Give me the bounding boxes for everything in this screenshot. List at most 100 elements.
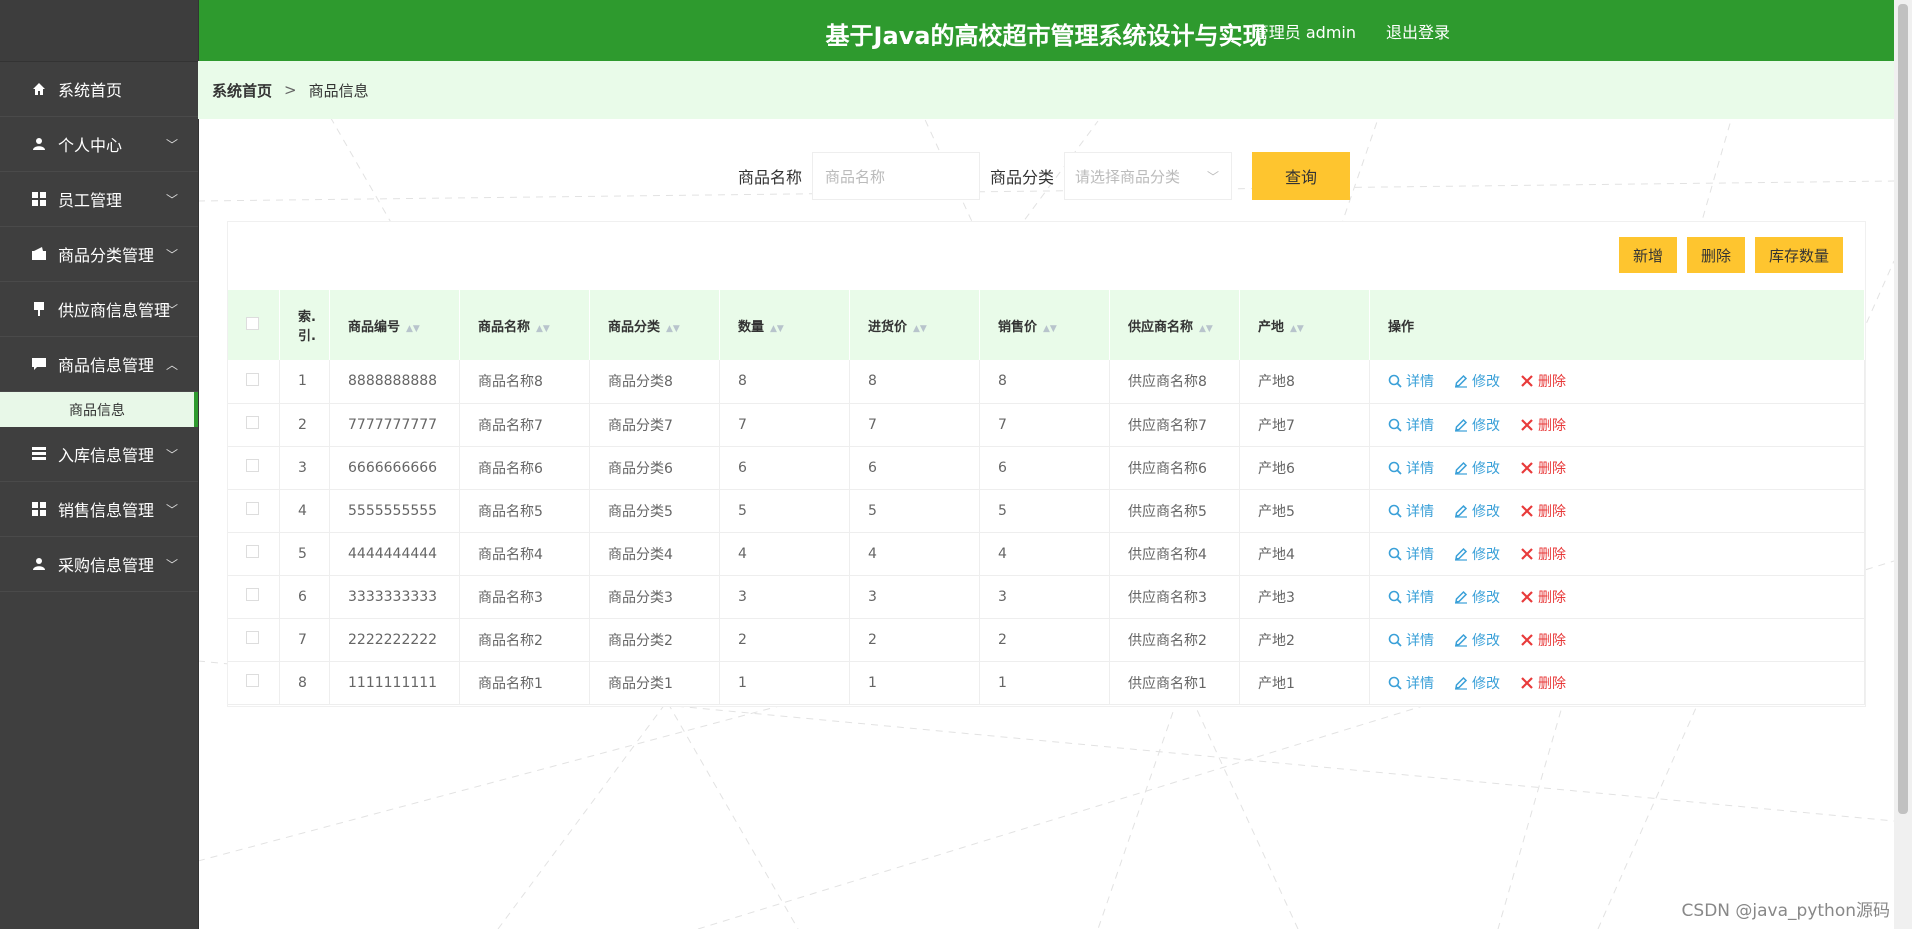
- product-category-select[interactable]: 请选择商品分类 ﹀: [1064, 152, 1233, 200]
- logout-button[interactable]: 退出登录: [1386, 19, 1450, 43]
- cell-code: 1111111111: [329, 661, 460, 704]
- table-row: 5 4444444444 商品名称4 商品分类4 4 4 4 供应商名称4 产地4 详情 修改 删除: [228, 532, 1865, 575]
- grid-icon: [30, 500, 48, 518]
- stock-quantity-button[interactable]: 库存数量: [1754, 237, 1843, 273]
- detail-button[interactable]: 详情: [1388, 544, 1434, 564]
- detail-button[interactable]: 详情: [1388, 415, 1434, 435]
- cell-actions: 详情 修改 删除: [1369, 489, 1865, 532]
- cell-buy-price: 8: [849, 360, 980, 403]
- cell-quantity: 6: [719, 446, 850, 489]
- cell-code: 4444444444: [329, 532, 460, 575]
- delete-button[interactable]: 删除: [1520, 673, 1566, 693]
- query-button[interactable]: 查询: [1252, 152, 1351, 200]
- row-checkbox[interactable]: [246, 631, 259, 644]
- product-name-input[interactable]: 商品名称: [812, 152, 981, 200]
- delete-button[interactable]: 删除: [1520, 458, 1566, 478]
- row-checkbox[interactable]: [246, 674, 259, 687]
- select-all-checkbox[interactable]: [246, 316, 259, 330]
- row-select-cell: [228, 360, 280, 403]
- sort-icon[interactable]: ▲▼: [1290, 324, 1304, 334]
- delete-button[interactable]: 删除: [1520, 501, 1566, 521]
- row-checkbox[interactable]: [246, 459, 259, 472]
- cell-sell-price: 2: [979, 618, 1110, 661]
- cell-actions: 详情 修改 删除: [1369, 661, 1865, 704]
- table-row: 8 1111111111 商品名称1 商品分类1 1 1 1 供应商名称1 产地1 详情 修改 删除: [228, 661, 1865, 704]
- sidebar-item-stock-in[interactable]: 入库信息管理 ﹀: [0, 427, 198, 482]
- edit-button[interactable]: 修改: [1454, 371, 1500, 391]
- sort-icon[interactable]: ▲▼: [1043, 324, 1057, 334]
- add-button[interactable]: 新增: [1618, 237, 1677, 273]
- sort-icon[interactable]: ▲▼: [1199, 324, 1213, 334]
- detail-button[interactable]: 详情: [1388, 371, 1434, 391]
- column-header-code[interactable]: 商品编号 ▲▼: [329, 290, 460, 360]
- vertical-scrollbar[interactable]: [1894, 0, 1912, 929]
- delete-button[interactable]: 删除: [1520, 415, 1566, 435]
- sidebar-item-personal-center[interactable]: 个人中心 ﹀: [0, 117, 198, 172]
- column-header-category[interactable]: 商品分类 ▲▼: [589, 290, 720, 360]
- cell-origin: 产地6: [1239, 446, 1370, 489]
- row-checkbox[interactable]: [246, 416, 259, 429]
- sort-icon[interactable]: ▲▼: [536, 324, 550, 334]
- sidebar-subitem-product-info[interactable]: 商品信息: [0, 392, 198, 427]
- cell-buy-price: 6: [849, 446, 980, 489]
- column-header-quantity[interactable]: 数量 ▲▼: [719, 290, 850, 360]
- cell-actions: 详情 修改 删除: [1369, 532, 1865, 575]
- sidebar-item-label: 商品分类管理: [58, 246, 155, 265]
- edit-button[interactable]: 修改: [1454, 501, 1500, 521]
- detail-button[interactable]: 详情: [1388, 587, 1434, 607]
- chevron-down-icon: ﹀: [165, 448, 178, 462]
- scrollbar-thumb[interactable]: [1898, 4, 1908, 814]
- breadcrumb-home-link[interactable]: 系统首页: [212, 80, 272, 101]
- detail-button[interactable]: 详情: [1388, 458, 1434, 478]
- detail-label: 详情: [1406, 632, 1434, 649]
- sidebar-item-staff[interactable]: 员工管理 ﹀: [0, 172, 198, 227]
- delete-button[interactable]: 删除: [1520, 630, 1566, 650]
- sidebar-item-supplier[interactable]: 供应商信息管理 ﹀: [0, 282, 198, 337]
- detail-button[interactable]: 详情: [1388, 673, 1434, 693]
- detail-button[interactable]: 详情: [1388, 501, 1434, 521]
- table-row: 1 8888888888 商品名称8 商品分类8 8 8 8 供应商名称8 产地8 详情 修改 删除: [228, 360, 1865, 403]
- edit-label: 修改: [1472, 503, 1500, 520]
- cell-category: 商品分类5: [589, 489, 720, 532]
- row-select-cell: [228, 489, 280, 532]
- sidebar-item-product-info[interactable]: 商品信息管理 ︿: [0, 337, 198, 392]
- sort-icon[interactable]: ▲▼: [913, 324, 927, 334]
- edit-label: 修改: [1472, 460, 1500, 477]
- sort-icon[interactable]: ▲▼: [406, 324, 420, 334]
- edit-button[interactable]: 修改: [1454, 587, 1500, 607]
- row-checkbox[interactable]: [246, 372, 259, 386]
- row-select-cell: [228, 618, 280, 661]
- edit-button[interactable]: 修改: [1454, 458, 1500, 478]
- cell-code: 6666666666: [329, 446, 460, 489]
- cell-supplier: 供应商名称8: [1109, 360, 1240, 403]
- column-header-name[interactable]: 商品名称 ▲▼: [459, 290, 590, 360]
- batch-delete-button[interactable]: 删除: [1686, 237, 1745, 273]
- delete-button[interactable]: 删除: [1520, 371, 1566, 391]
- row-actions: 详情 修改 删除: [1388, 371, 1863, 391]
- edit-button[interactable]: 修改: [1454, 544, 1500, 564]
- edit-button[interactable]: 修改: [1454, 673, 1500, 693]
- sidebar-item-purchase[interactable]: 采购信息管理 ﹀: [0, 537, 198, 592]
- detail-button[interactable]: 详情: [1388, 630, 1434, 650]
- sidebar-item-category[interactable]: 商品分类管理 ﹀: [0, 227, 198, 282]
- column-header-origin[interactable]: 产地 ▲▼: [1239, 290, 1370, 360]
- sidebar-item-sales[interactable]: 销售信息管理 ﹀: [0, 482, 198, 537]
- delete-button[interactable]: 删除: [1520, 544, 1566, 564]
- row-checkbox[interactable]: [246, 545, 259, 558]
- sort-icon[interactable]: ▲▼: [770, 324, 784, 334]
- row-checkbox[interactable]: [246, 588, 259, 601]
- edit-button[interactable]: 修改: [1454, 630, 1500, 650]
- column-header-buy-price[interactable]: 进货价 ▲▼: [849, 290, 980, 360]
- delete-button[interactable]: 删除: [1520, 587, 1566, 607]
- cell-sell-price: 5: [979, 489, 1110, 532]
- sort-icon[interactable]: ▲▼: [666, 324, 680, 334]
- column-header-supplier[interactable]: 供应商名称 ▲▼: [1109, 290, 1240, 360]
- detail-label: 详情: [1406, 675, 1434, 692]
- cell-name: 商品名称7: [459, 403, 590, 446]
- cell-quantity: 2: [719, 618, 850, 661]
- column-header-sell-price[interactable]: 销售价 ▲▼: [979, 290, 1110, 360]
- sidebar-item-home[interactable]: 系统首页: [0, 62, 198, 117]
- edit-button[interactable]: 修改: [1454, 415, 1500, 435]
- row-checkbox[interactable]: [246, 502, 259, 515]
- cell-category: 商品分类6: [589, 446, 720, 489]
